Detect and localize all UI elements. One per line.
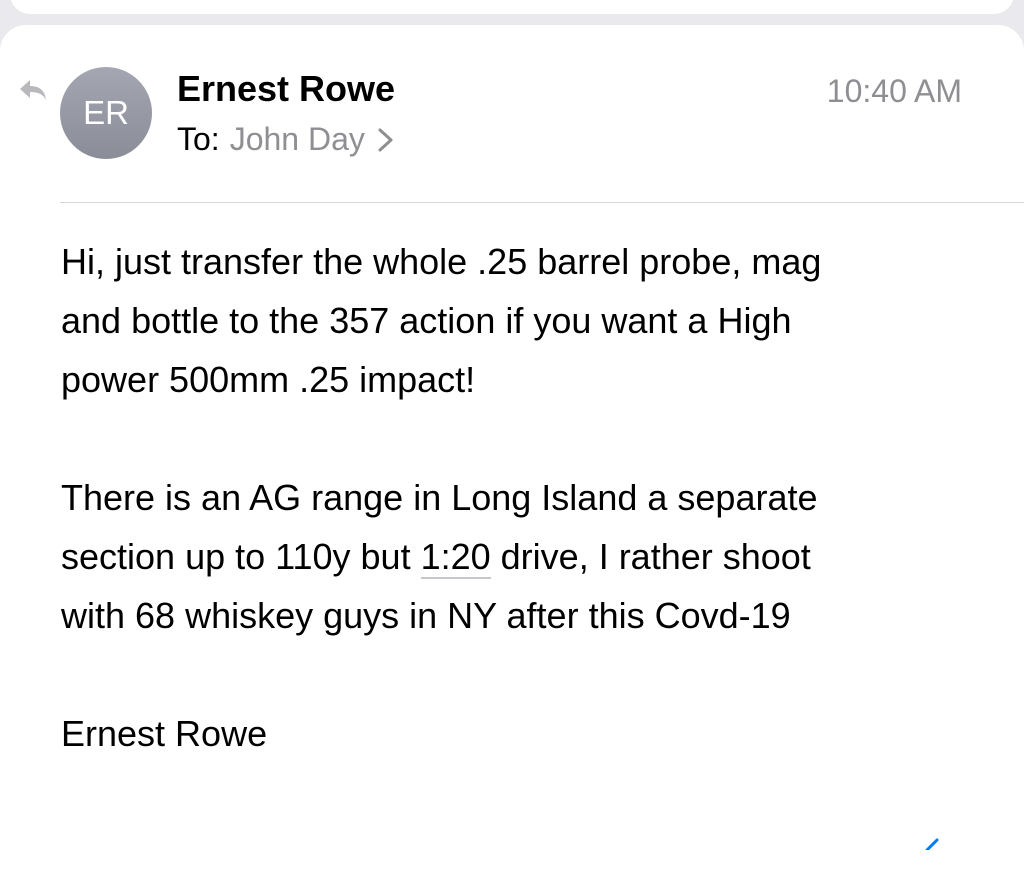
header-divider — [60, 202, 1024, 203]
partial-toolbar-icon[interactable] — [925, 838, 939, 850]
to-label: To: — [177, 121, 220, 157]
recipient-row[interactable]: To: John Day — [177, 121, 397, 158]
body-paragraph-2: There is an AG range in Long Island a se… — [61, 468, 991, 645]
body-line: Hi, just transfer the whole .25 barrel p… — [61, 241, 822, 282]
body-paragraph-1: Hi, just transfer the whole .25 barrel p… — [61, 232, 991, 409]
body-line: power 500mm .25 impact! — [61, 359, 476, 400]
body-line-with-link: section up to 110y but 1:20 drive, I rat… — [61, 527, 991, 586]
reply-arrow-icon — [20, 80, 46, 100]
previous-message-card[interactable] — [10, 0, 1014, 14]
body-line: with 68 whiskey guys in NY after this Co… — [61, 595, 791, 636]
recipient-name[interactable]: John Day — [230, 121, 365, 158]
body-line: and bottle to the 357 action if you want… — [61, 300, 792, 341]
sender-name[interactable]: Ernest Rowe — [177, 68, 395, 110]
body-text: section up to 110y but — [61, 536, 421, 577]
chevron-right-icon — [378, 128, 393, 151]
avatar-initials: ER — [83, 94, 129, 131]
message-time: 10:40 AM — [826, 73, 962, 109]
signature: Ernest Rowe — [61, 713, 268, 754]
detected-duration-link[interactable]: 1:20 — [420, 536, 491, 579]
message-body: Hi, just transfer the whole .25 barrel p… — [61, 232, 991, 822]
avatar[interactable]: ER — [60, 67, 152, 159]
body-line: There is an AG range in Long Island a se… — [61, 477, 818, 518]
body-text: drive, I rather shoot — [490, 536, 811, 577]
